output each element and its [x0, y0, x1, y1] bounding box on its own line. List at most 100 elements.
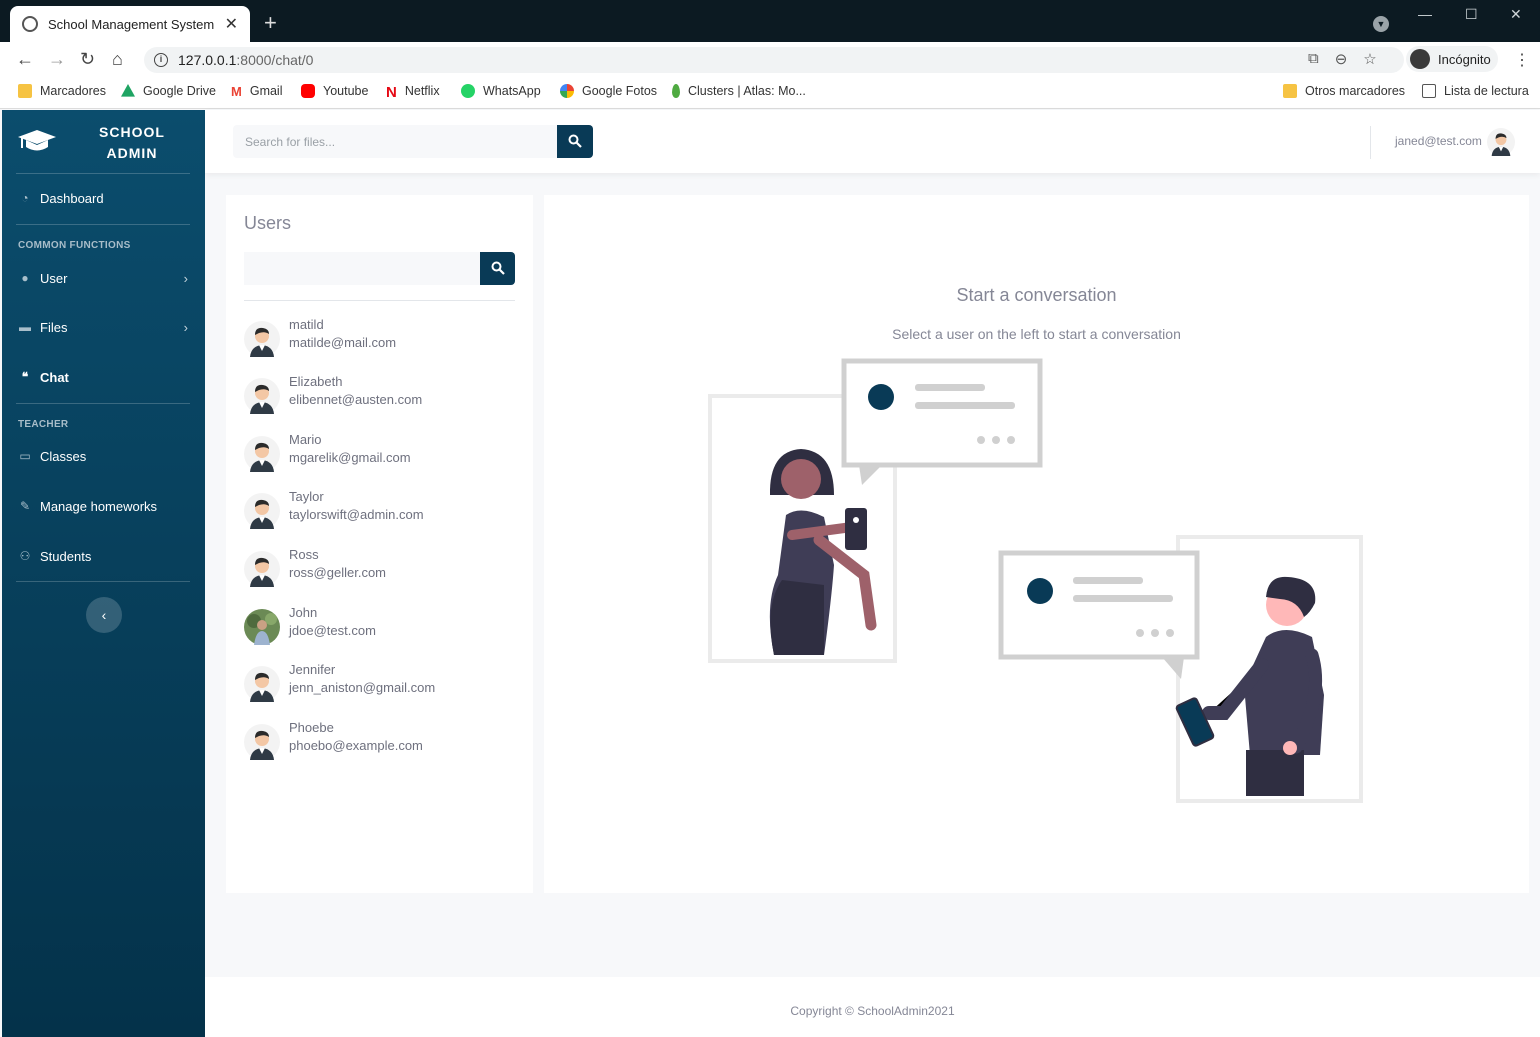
window-close-button[interactable]: ✕: [1510, 6, 1522, 23]
browser-tab[interactable]: School Management System ✕: [10, 6, 250, 42]
incognito-icon: [1410, 49, 1430, 69]
bookmark-atlas[interactable]: Clusters | Atlas: Mo...: [672, 84, 806, 98]
bookmark-label: Google Drive: [143, 84, 216, 98]
bookmark-google-drive[interactable]: Google Drive: [121, 84, 216, 98]
bookmark-star-icon[interactable]: ☆: [1363, 50, 1376, 68]
user-email: ross@geller.com: [289, 565, 387, 580]
back-icon[interactable]: ←: [16, 49, 34, 70]
user-email: elibennet@austen.com: [289, 392, 423, 407]
bookmark-netflix[interactable]: N Netflix: [386, 84, 440, 101]
user-email: phoebo@example.com: [289, 738, 423, 753]
users-panel: Users matild matilde@mail.com Elizabeth …: [226, 195, 533, 893]
search-icon: [568, 134, 582, 148]
sidebar-item-label: Manage homeworks: [40, 498, 158, 514]
sidebar: SCHOOL ADMIN ◔ Dashboard COMMON FUNCTION…: [2, 110, 205, 1037]
sidebar-item-label: Files: [40, 319, 68, 335]
drive-icon: [121, 84, 135, 97]
user-email: matilde@mail.com: [289, 335, 397, 350]
search-icon: [491, 261, 505, 275]
avatar: [244, 436, 280, 472]
sidebar-toggle-button[interactable]: ‹: [86, 597, 122, 633]
bookmark-otros[interactable]: Otros marcadores: [1283, 84, 1405, 98]
sidebar-divider: [16, 224, 190, 225]
incognito-badge[interactable]: Incógnito: [1406, 46, 1498, 72]
conversation-panel: Start a conversation Select a user on th…: [544, 195, 1529, 893]
chalkboard-icon: ▭: [19, 449, 31, 463]
user-list-item[interactable]: matild matilde@mail.com: [244, 317, 514, 363]
sidebar-divider: [16, 581, 190, 582]
bookmark-google-fotos[interactable]: Google Fotos: [560, 84, 657, 98]
bookmark-whatsapp[interactable]: WhatsApp: [461, 84, 541, 98]
user-list-item[interactable]: Jennifer jenn_aniston@gmail.com: [244, 662, 514, 708]
search-placeholder: Search for files...: [245, 135, 336, 149]
bookmark-label: Google Fotos: [582, 84, 658, 98]
reading-list[interactable]: Lista de lectura: [1422, 84, 1529, 98]
user-name: Taylor: [289, 489, 324, 504]
avatar: [244, 724, 280, 760]
footer: Copyright © SchoolAdmin2021: [205, 977, 1540, 1037]
browser-tab-strip: School Management System ✕ + ▼ — ☐ ✕: [0, 0, 1540, 42]
photos-icon: [560, 84, 574, 98]
sidebar-divider: [16, 403, 190, 404]
users-divider: [244, 300, 515, 301]
tachometer-icon: ◔: [21, 191, 29, 205]
topbar-divider: [1370, 126, 1371, 159]
bookmark-youtube[interactable]: Youtube: [301, 84, 368, 98]
avatar: [244, 378, 280, 414]
user-search-input[interactable]: [244, 252, 480, 285]
bookmark-marcadores[interactable]: Marcadores: [18, 84, 106, 98]
current-user-avatar[interactable]: [1487, 128, 1515, 156]
avatar: [244, 666, 280, 702]
users-icon: ⚇: [19, 549, 31, 563]
sidebar-item-chat[interactable]: ❝ Chat: [18, 365, 190, 389]
user-list-item[interactable]: Ross ross@geller.com: [244, 547, 514, 593]
forward-icon[interactable]: →: [48, 49, 66, 70]
sidebar-item-students[interactable]: ⚇ Students: [18, 544, 190, 568]
sidebar-item-label: User: [40, 270, 68, 286]
user-list-item[interactable]: John jdoe@test.com: [244, 605, 514, 651]
user-name: Phoebe: [289, 720, 334, 735]
sidebar-item-user[interactable]: ● User ›: [18, 266, 190, 290]
file-search-input[interactable]: Search for files...: [233, 125, 557, 158]
home-icon[interactable]: ⌂: [112, 49, 123, 70]
user-search-button[interactable]: [480, 252, 515, 285]
chevron-right-icon: ›: [183, 270, 188, 286]
user-list-item[interactable]: Phoebe phoebo@example.com: [244, 720, 514, 766]
user-list-item[interactable]: Elizabeth elibennet@austen.com: [244, 374, 514, 420]
chevron-right-icon: ›: [183, 319, 188, 335]
bookmark-label: Marcadores: [40, 84, 106, 98]
bookmark-label: Gmail: [249, 84, 283, 98]
folder-icon: [1283, 84, 1297, 98]
user-name: Jennifer: [289, 662, 336, 677]
site-info-icon[interactable]: i: [154, 53, 168, 67]
omnibox-actions: ⧉ ⊖ ☆: [1308, 50, 1377, 68]
user-circle-icon: ●: [21, 271, 29, 285]
bookmark-gmail[interactable]: M Gmail: [231, 84, 283, 99]
copyright-text: Copyright © SchoolAdmin2021: [790, 1004, 955, 1018]
new-tab-button[interactable]: +: [264, 10, 277, 36]
current-user-email[interactable]: janed@test.com: [1395, 134, 1482, 148]
whatsapp-icon: [461, 84, 475, 98]
tab-search-icon[interactable]: ▼: [1373, 16, 1389, 32]
reload-icon[interactable]: ↻: [80, 49, 95, 70]
minimize-button[interactable]: —: [1418, 6, 1432, 22]
address-bar[interactable]: i 127.0.0.1:8000/chat/0: [144, 47, 1404, 73]
avatar: [244, 493, 280, 529]
maximize-button[interactable]: ☐: [1465, 6, 1478, 23]
sidebar-divider: [16, 173, 190, 174]
browser-menu-icon[interactable]: ⋮: [1514, 50, 1530, 70]
sidebar-item-classes[interactable]: ▭ Classes: [18, 444, 190, 468]
brand[interactable]: SCHOOL ADMIN: [2, 110, 205, 174]
user-list-item[interactable]: Mario mgarelik@gmail.com: [244, 432, 514, 478]
sidebar-heading-teacher: TEACHER: [18, 419, 69, 430]
sidebar-item-manage-homeworks[interactable]: ✎ Manage homeworks: [18, 494, 190, 518]
bookmark-label: Otros marcadores: [1305, 84, 1406, 98]
file-search-button[interactable]: [557, 125, 593, 158]
close-tab-icon[interactable]: ✕: [225, 14, 238, 34]
sidebar-item-dashboard[interactable]: ◔ Dashboard: [18, 186, 190, 210]
sidebar-item-files[interactable]: ▬ Files ›: [18, 315, 190, 339]
zoom-icon[interactable]: ⊖: [1335, 50, 1348, 68]
user-list-item[interactable]: Taylor taylorswift@admin.com: [244, 489, 514, 535]
translate-icon[interactable]: ⧉: [1308, 50, 1319, 68]
user-name: John: [289, 605, 318, 620]
